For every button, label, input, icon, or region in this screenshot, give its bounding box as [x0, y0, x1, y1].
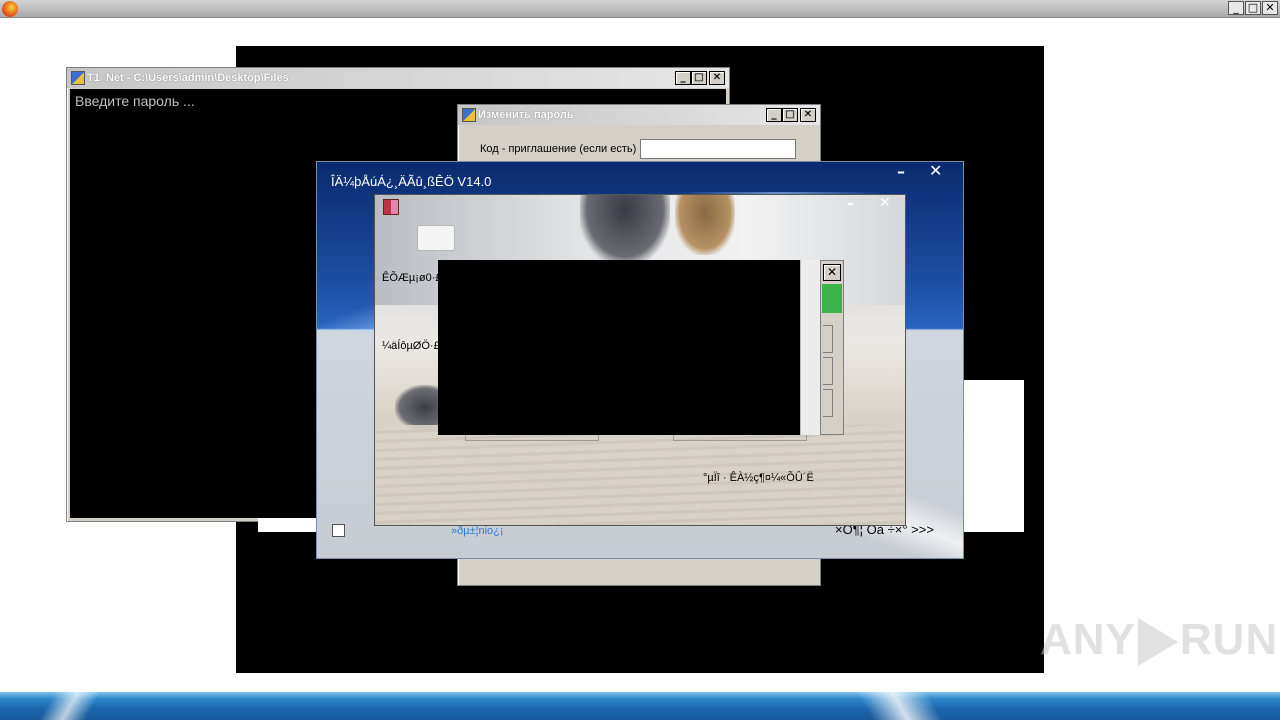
password-title: Изменить пароль [478, 109, 574, 121]
white-strip [258, 518, 318, 532]
field-label-2: ¼äÍôµØÖ·£ [382, 340, 440, 352]
minimize-icon[interactable]: – [897, 164, 905, 180]
close-icon[interactable]: ✕ [929, 162, 942, 180]
minimize-button[interactable]: _ [675, 71, 691, 85]
photo-floor [375, 425, 905, 525]
play-icon [1137, 618, 1178, 667]
panel-segment[interactable] [823, 325, 833, 353]
anyrun-watermark: ANY RUN [1040, 612, 1278, 668]
invite-code-input[interactable] [640, 139, 796, 159]
console-prompt: Введите пароль ... [75, 93, 195, 109]
browser-title-bar: _ □ ✕ [0, 0, 1280, 18]
info-link[interactable]: »ðµ±¦nio¿¡ [451, 524, 504, 538]
maximize-button[interactable]: □ [691, 71, 707, 85]
taskbar-glow [20, 692, 120, 720]
minimize-icon[interactable]: _ [1228, 1, 1244, 15]
close-icon[interactable]: ✕ [879, 195, 891, 211]
watermark-right: RUN [1179, 615, 1279, 664]
taskbar[interactable] [0, 692, 1280, 720]
watermark-left: ANY [1040, 615, 1136, 664]
green-indicator [822, 284, 842, 313]
minimize-button[interactable]: _ [766, 108, 782, 122]
panel-segment[interactable] [823, 389, 833, 417]
invite-code-label: Код - приглашение (если есть) [480, 143, 637, 155]
password-title-bar[interactable]: Изменить пароль _ □ ✕ [458, 105, 820, 125]
outlet-image [417, 225, 455, 251]
close-icon[interactable]: ✕ [1262, 1, 1278, 15]
field-label-1: ÊÕÆµ¡ø0·£ [382, 272, 442, 284]
console-title-bar[interactable]: T1_Net - C:\Users\admin\Desktop\Files _ … [67, 68, 729, 88]
maximize-icon[interactable]: □ [1245, 1, 1261, 15]
close-icon[interactable]: ✕ [823, 264, 841, 281]
photo-figure [580, 195, 670, 265]
photo-hair [675, 195, 735, 255]
black-overlay [438, 260, 800, 435]
white-panel [963, 380, 1024, 532]
maximize-button[interactable]: □ [782, 108, 798, 122]
side-control-panel: ✕ [820, 260, 844, 435]
taskbar-glow [820, 692, 980, 720]
status-label: °µÏî · ÊÀ½ç¶¤¼«ÕÛ´Ë [703, 472, 814, 484]
main-title: ÎÄ¼þÅúÁ¿¸ÄÃû¸ßÊÖ V14.0 [331, 174, 492, 189]
app-icon [71, 71, 85, 85]
close-button[interactable]: ✕ [800, 108, 816, 122]
firefox-icon [2, 1, 18, 17]
console-title: T1_Net - C:\Users\admin\Desktop\Files [87, 72, 289, 84]
minimize-icon[interactable]: – [847, 197, 854, 211]
close-button[interactable]: ✕ [709, 71, 725, 85]
option-checkbox[interactable] [332, 524, 345, 537]
app-icon [462, 108, 476, 122]
scroll-strip[interactable] [800, 260, 820, 435]
photo-app-icon [383, 199, 399, 215]
panel-segment[interactable] [823, 357, 833, 385]
